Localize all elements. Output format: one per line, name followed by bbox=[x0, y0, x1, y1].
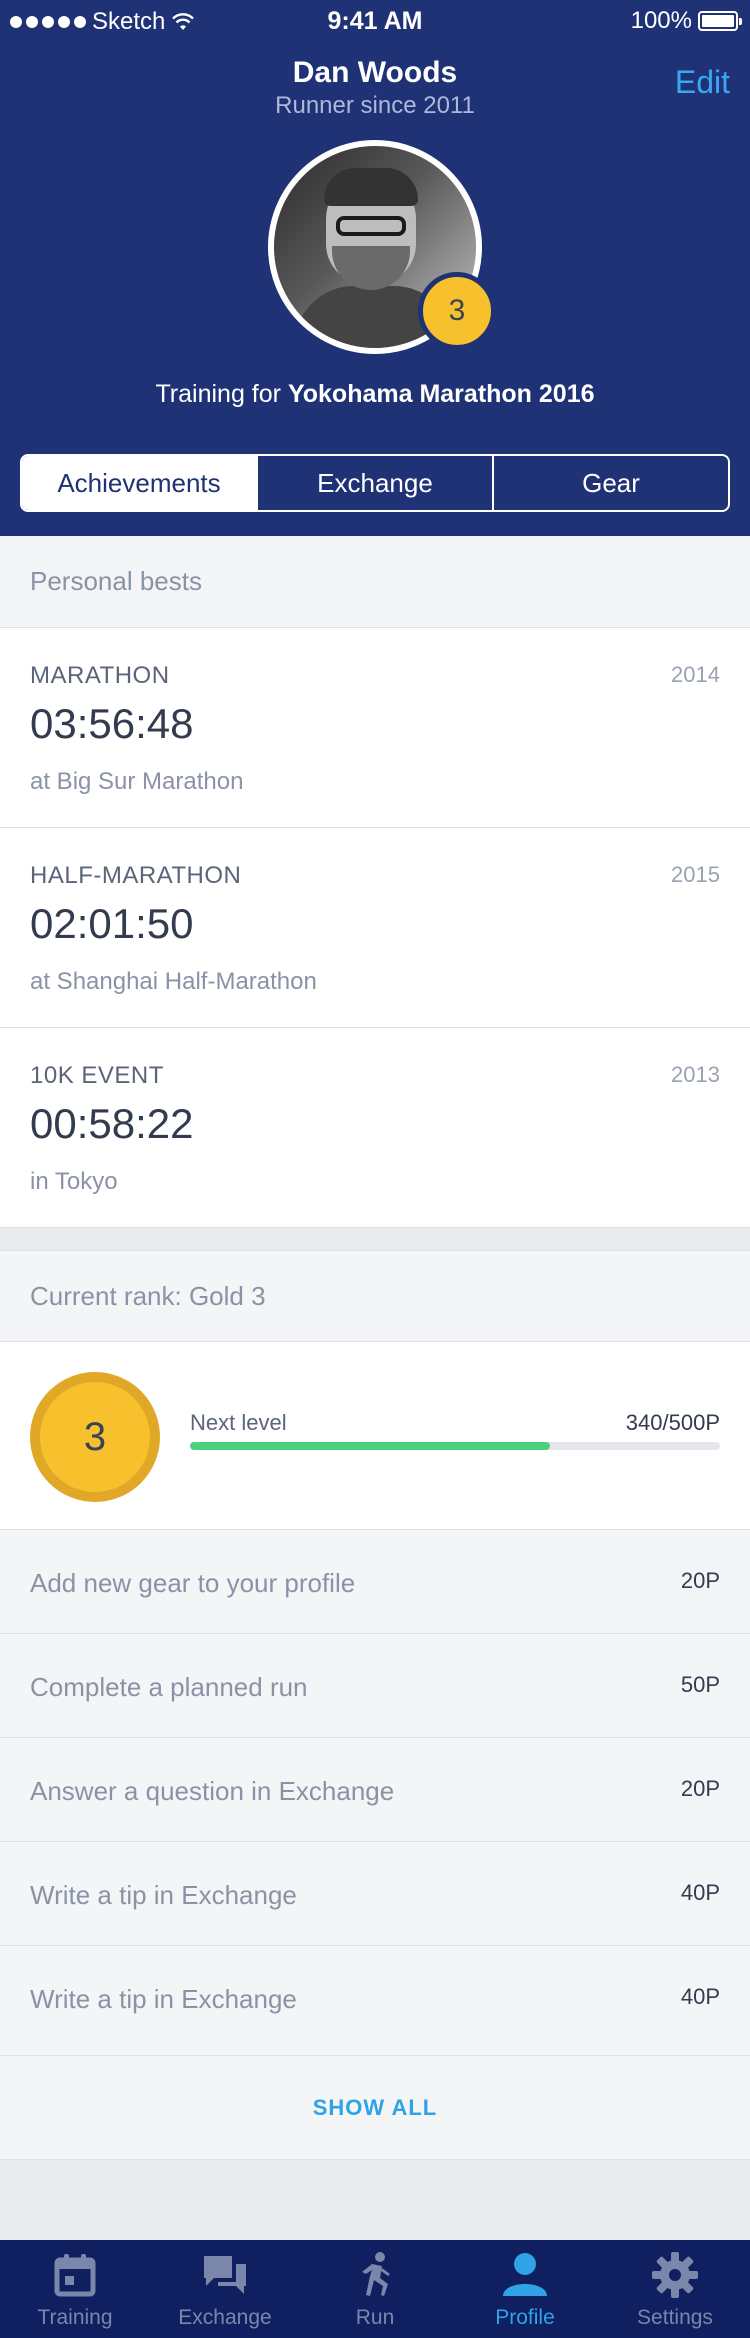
chat-icon bbox=[204, 2256, 246, 2294]
rank-badge: 3 bbox=[30, 1372, 160, 1502]
pb-label: HALF-MARATHON bbox=[30, 862, 242, 889]
task-points: 40P bbox=[680, 1880, 720, 1905]
pb-row-10k[interactable]: 10K EVENT 2013 00:58:22 in Tokyo bbox=[0, 1028, 750, 1228]
pb-time: 00:58:22 bbox=[30, 1100, 194, 1147]
battery-icon bbox=[698, 11, 742, 31]
show-all-button[interactable]: SHOW ALL bbox=[0, 2056, 750, 2160]
tab-gear[interactable]: Gear bbox=[494, 456, 728, 510]
battery-percent: 100% bbox=[630, 7, 692, 34]
task-row[interactable]: Write a tip in Exchange 40P bbox=[0, 1842, 750, 1946]
runner-icon bbox=[362, 2252, 390, 2296]
profile-header: Sketch 9:41 AM 100% Dan Woods Runner sin… bbox=[0, 0, 750, 536]
pb-time: 02:01:50 bbox=[30, 900, 194, 947]
status-bar: Sketch 9:41 AM 100% bbox=[0, 0, 750, 40]
user-subtitle: Runner since 2011 bbox=[275, 92, 475, 119]
tabbar-profile[interactable]: Profile bbox=[450, 2240, 600, 2338]
task-points: 40P bbox=[680, 1984, 720, 2009]
tabbar-label: Run bbox=[355, 2306, 395, 2329]
level-points: 340/500P bbox=[625, 1410, 720, 1435]
pb-year: 2014 bbox=[671, 662, 720, 687]
pb-year: 2015 bbox=[671, 862, 720, 887]
profile-tabs: Achievements Exchange Gear bbox=[20, 454, 730, 512]
tab-achievements[interactable]: Achievements bbox=[22, 456, 258, 510]
tabbar-exchange[interactable]: Exchange bbox=[150, 2240, 300, 2338]
status-right: 100% bbox=[630, 7, 742, 35]
tabbar-label: Settings bbox=[637, 2306, 713, 2329]
tab-exchange[interactable]: Exchange bbox=[258, 456, 494, 510]
task-label: Add new gear to your profile bbox=[30, 1568, 356, 1598]
tabbar-run[interactable]: Run bbox=[300, 2240, 450, 2338]
training-prefix: Training for bbox=[155, 380, 288, 408]
next-level-label: Next level bbox=[190, 1410, 287, 1435]
personal-bests-header: Personal bests bbox=[0, 536, 750, 628]
pb-place: in Tokyo bbox=[30, 1168, 118, 1195]
tabbar-training[interactable]: Training bbox=[0, 2240, 150, 2338]
task-row[interactable]: Write a tip in Exchange 40P bbox=[0, 1946, 750, 2056]
training-event: Yokohama Marathon 2016 bbox=[287, 380, 595, 408]
task-points: 20P bbox=[680, 1568, 720, 1593]
pb-time: 03:56:48 bbox=[30, 700, 194, 747]
pb-label: MARATHON bbox=[30, 662, 170, 689]
rank-panel: 3 Next level 340/500P bbox=[0, 1342, 750, 1530]
person-icon bbox=[503, 2253, 547, 2296]
gear-icon bbox=[652, 2252, 698, 2298]
task-label: Answer a question in Exchange bbox=[30, 1776, 395, 1806]
task-row[interactable]: Answer a question in Exchange 20P bbox=[0, 1738, 750, 1842]
level-progress-bar bbox=[190, 1442, 720, 1450]
edit-button[interactable]: Edit bbox=[675, 64, 730, 101]
pb-place: at Shanghai Half-Marathon bbox=[30, 968, 317, 995]
task-label: Write a tip in Exchange bbox=[30, 1984, 297, 2014]
avatar-level-badge: 3 bbox=[418, 272, 496, 350]
task-label: Write a tip in Exchange bbox=[30, 1880, 297, 1910]
tabbar-label: Exchange bbox=[178, 2306, 272, 2329]
current-rank-header: Current rank: Gold 3 bbox=[0, 1250, 750, 1342]
task-label: Complete a planned run bbox=[30, 1672, 308, 1702]
pb-year: 2013 bbox=[671, 1062, 720, 1087]
pb-row-marathon[interactable]: MARATHON 2014 03:56:48 at Big Sur Marath… bbox=[0, 628, 750, 828]
task-points: 50P bbox=[680, 1672, 720, 1697]
user-name: Dan Woods bbox=[292, 56, 458, 89]
pb-label: 10K EVENT bbox=[30, 1062, 164, 1089]
tabbar-label: Profile bbox=[495, 2306, 555, 2329]
training-goal: Training for Yokohama Marathon 2016 bbox=[0, 380, 750, 409]
level-progress-fill bbox=[190, 1442, 551, 1450]
task-points: 20P bbox=[680, 1776, 720, 1801]
tabbar-label: Training bbox=[37, 2306, 113, 2329]
pb-place: at Big Sur Marathon bbox=[30, 768, 244, 795]
calendar-icon bbox=[54, 2254, 96, 2297]
task-row[interactable]: Complete a planned run 50P bbox=[0, 1634, 750, 1738]
pb-row-half-marathon[interactable]: HALF-MARATHON 2015 02:01:50 at Shanghai … bbox=[0, 828, 750, 1028]
tab-bar: Training Exchange Run Profile Settings bbox=[0, 2240, 750, 2338]
task-row[interactable]: Add new gear to your profile 20P bbox=[0, 1530, 750, 1634]
tabbar-settings[interactable]: Settings bbox=[600, 2240, 750, 2338]
